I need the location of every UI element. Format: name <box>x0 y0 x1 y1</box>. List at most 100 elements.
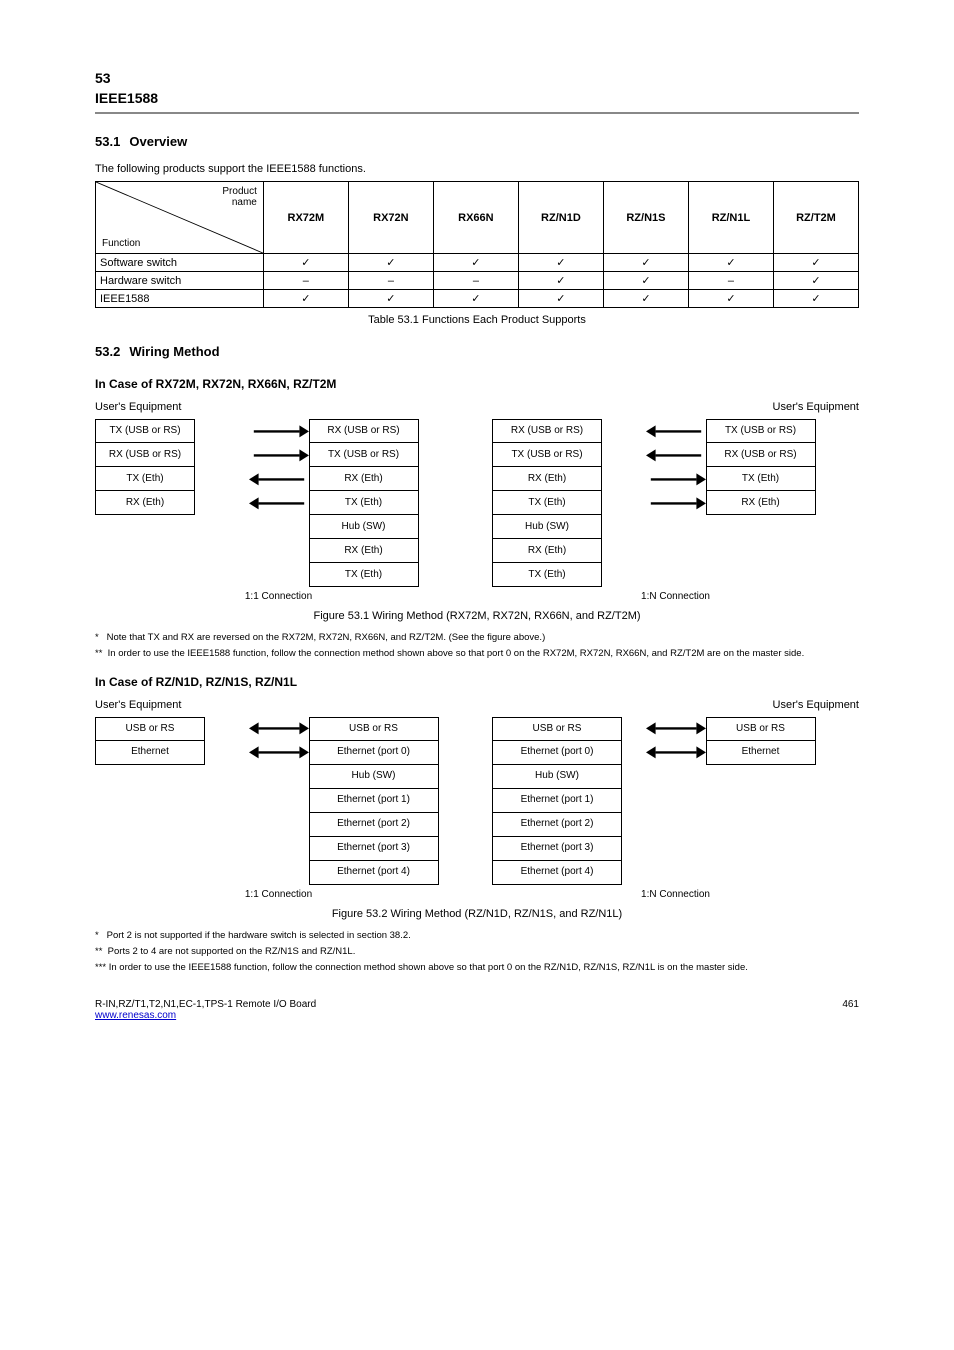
pin-box: USB or RS <box>309 717 439 741</box>
footer-doc-name: R-IN,RZ/T1,T2,N1,EC-1,TPS-1 Remote I/O B… <box>95 999 316 1010</box>
cell: ✓ <box>773 272 858 290</box>
cell: ✓ <box>348 290 433 308</box>
divider <box>95 112 859 114</box>
note-2: ** In order to use the IEEE1588 function… <box>95 648 859 660</box>
pin-box: Ethernet (port 4) <box>309 861 439 885</box>
pin-box: RX (Eth) <box>309 539 419 563</box>
cell: ✓ <box>773 254 858 272</box>
col-header: RX66N <box>433 182 518 254</box>
pin-box: TX (USB or RS) <box>706 419 816 443</box>
pin-box: TX (Eth) <box>309 491 419 515</box>
col-header: RZ/N1S <box>603 182 688 254</box>
pin-box: Hub (SW) <box>309 765 439 789</box>
diagram-row-rz: User's Equipment USB or RS Ethernet USB … <box>95 699 859 902</box>
arrow-right-icon <box>646 467 706 491</box>
sub-caption: 1:N Connection <box>492 889 859 900</box>
page-footer: R-IN,RZ/T1,T2,N1,EC-1,TPS-1 Remote I/O B… <box>95 999 859 1021</box>
cell: ✓ <box>603 290 688 308</box>
arrow-left-icon <box>249 467 309 491</box>
footer-link[interactable]: www.renesas.com <box>95 1010 176 1021</box>
cell: ✓ <box>773 290 858 308</box>
diagram-rx-1to1: User's Equipment TX (USB or RS) RX (USB … <box>95 401 462 604</box>
pin-box: RX (USB or RS) <box>95 443 195 467</box>
pin-box: RX (USB or RS) <box>706 443 816 467</box>
pin-box: RX (Eth) <box>95 491 195 515</box>
pin-box: TX (Eth) <box>492 563 602 587</box>
pin-box: TX (Eth) <box>95 467 195 491</box>
pin-box: Hub (SW) <box>492 515 602 539</box>
pin-box: Ethernet <box>706 741 816 765</box>
equipment-label-right: User's Equipment <box>492 699 859 711</box>
row-label: Hardware switch <box>96 272 264 290</box>
pin-box: TX (USB or RS) <box>309 443 419 467</box>
subsection-heading-overview: 53.1 Overview <box>95 134 859 153</box>
pin-box: Hub (SW) <box>492 765 622 789</box>
row-label: IEEE1588 <box>96 290 264 308</box>
pin-box: RX (USB or RS) <box>492 419 602 443</box>
subsection-number: 53.1 <box>95 134 120 149</box>
pin-box: TX (Eth) <box>492 491 602 515</box>
diagram-rz-1toN: User's Equipment USB or RS Ethernet (por… <box>492 699 859 902</box>
col-header: RZ/N1D <box>518 182 603 254</box>
cell: ✓ <box>348 254 433 272</box>
diag-top-label: Product name <box>222 186 256 208</box>
diagram-rz-1to1: User's Equipment USB or RS Ethernet USB … <box>95 699 462 902</box>
diag-bottom-label: Function <box>102 238 140 249</box>
subheading-rx: In Case of RX72M, RX72N, RX66N, RZ/T2M <box>95 377 859 391</box>
pin-box: Ethernet <box>95 741 205 765</box>
cell: ✓ <box>263 254 348 272</box>
sub-caption: 1:1 Connection <box>95 591 462 602</box>
pin-box: Ethernet (port 2) <box>492 813 622 837</box>
arrow-right-icon <box>646 491 706 515</box>
arrow-both-icon <box>646 741 706 765</box>
pin-box: RX (Eth) <box>492 467 602 491</box>
pin-box: Hub (SW) <box>309 515 419 539</box>
col-header: RZ/T2M <box>773 182 858 254</box>
cell: ✓ <box>688 290 773 308</box>
cell: – <box>348 272 433 290</box>
note-1: * Note that TX and RX are reversed on th… <box>95 632 859 644</box>
note-rz-3: *** In order to use the IEEE1588 functio… <box>95 962 859 974</box>
arrow-left-icon <box>646 443 706 467</box>
cell: ✓ <box>518 254 603 272</box>
pin-box: TX (USB or RS) <box>492 443 602 467</box>
subsection-number: 53.2 <box>95 344 120 359</box>
note-rz-2: ** Ports 2 to 4 are not supported on the… <box>95 946 859 958</box>
col-header: RX72M <box>263 182 348 254</box>
pin-box: RX (Eth) <box>309 467 419 491</box>
arrow-both-icon <box>249 741 309 765</box>
pin-box: Ethernet (port 1) <box>309 789 439 813</box>
cell: ✓ <box>518 290 603 308</box>
table-row: Software switch ✓ ✓ ✓ ✓ ✓ ✓ ✓ <box>96 254 859 272</box>
section-number: 53 <box>95 70 859 86</box>
arrow-right-icon <box>249 443 309 467</box>
pin-box: Ethernet (port 2) <box>309 813 439 837</box>
pin-box: RX (Eth) <box>706 491 816 515</box>
pin-box: Ethernet (port 0) <box>309 741 439 765</box>
pin-box: USB or RS <box>706 717 816 741</box>
cell: – <box>263 272 348 290</box>
diagram-rx-1toN: User's Equipment RX (USB or RS) TX (USB … <box>492 401 859 604</box>
pin-box: TX (Eth) <box>706 467 816 491</box>
col-header: RZ/N1L <box>688 182 773 254</box>
row-label: Software switch <box>96 254 264 272</box>
pin-box: Ethernet (port 1) <box>492 789 622 813</box>
pin-box: USB or RS <box>95 717 205 741</box>
arrow-both-icon <box>249 717 309 741</box>
pin-box: TX (USB or RS) <box>95 419 195 443</box>
equipment-label-right: User's Equipment <box>492 401 859 413</box>
cell: ✓ <box>433 254 518 272</box>
cell: ✓ <box>603 272 688 290</box>
figure-caption-1: Figure 53.1 Wiring Method (RX72M, RX72N,… <box>95 610 859 622</box>
arrow-left-icon <box>249 491 309 515</box>
pin-box: USB or RS <box>492 717 622 741</box>
sub-caption: 1:N Connection <box>492 591 859 602</box>
table-caption: Table 53.1 Functions Each Product Suppor… <box>95 314 859 326</box>
subsection-heading-wiring: 53.2 Wiring Method <box>95 344 859 363</box>
subsection-title: Wiring Method <box>129 344 219 359</box>
cell: ✓ <box>433 290 518 308</box>
cell: ✓ <box>263 290 348 308</box>
col-header: RX72N <box>348 182 433 254</box>
note-rz-1: * Port 2 is not supported if the hardwar… <box>95 930 859 942</box>
subheading-rz: In Case of RZ/N1D, RZ/N1S, RZ/N1L <box>95 675 859 689</box>
